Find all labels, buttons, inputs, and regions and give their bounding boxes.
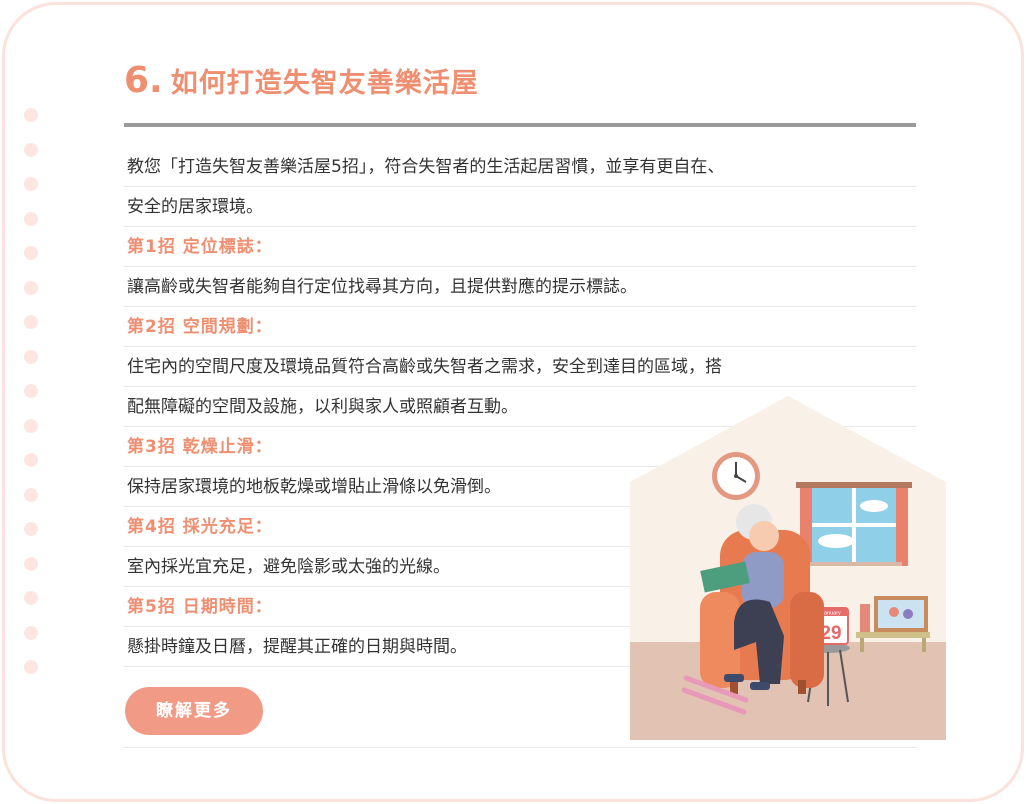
notebook-dot <box>24 246 38 260</box>
notebook-dot <box>24 142 38 157</box>
bottom-divider <box>124 747 916 748</box>
learn-more-button[interactable]: 瞭解更多 <box>125 687 263 735</box>
house-illustration: January 29 <box>630 396 946 740</box>
body-line: 安全的居家環境。 <box>124 187 916 227</box>
notebook-dot <box>24 384 38 398</box>
notebook-dot <box>24 177 38 191</box>
notebook-dot <box>24 280 38 295</box>
section-number: 6. <box>124 60 163 101</box>
calendar-month: January <box>821 611 841 617</box>
notebook-dot <box>24 591 38 605</box>
title-divider <box>124 123 916 127</box>
notebook-dot <box>24 625 38 640</box>
section-title: 6. 如何打造失智友善樂活屋 <box>124 60 479 106</box>
tip-heading: 第2招 空間規劃： <box>124 307 916 347</box>
notebook-dot <box>24 349 38 364</box>
notebook-dot <box>24 556 38 571</box>
notebook-dot <box>24 487 38 502</box>
tip-heading: 第1招 定位標誌： <box>124 227 916 267</box>
window-icon <box>796 482 912 566</box>
notebook-dot <box>24 453 38 467</box>
notebook-dot <box>24 418 38 433</box>
body-line: 讓高齡或失智者能夠自行定位找尋其方向，且提供對應的提示標誌。 <box>124 267 916 307</box>
section-title-text: 如何打造失智友善樂活屋 <box>170 68 479 99</box>
notebook-dots <box>24 108 38 695</box>
wall-clock-icon <box>712 452 760 500</box>
notebook-dot <box>24 522 38 536</box>
notebook-dot <box>24 660 38 674</box>
notebook-dot <box>24 211 38 226</box>
notebook-dot <box>24 108 38 122</box>
notebook-dot <box>24 315 38 329</box>
body-line: 教您「打造失智友善樂活屋5招」，符合失智者的生活起居習慣，並享有更自在、 <box>124 147 916 187</box>
body-line: 住宅內的空間尺度及環境品質符合高齡或失智者之需求，安全到達目的區域，搭 <box>124 347 916 387</box>
